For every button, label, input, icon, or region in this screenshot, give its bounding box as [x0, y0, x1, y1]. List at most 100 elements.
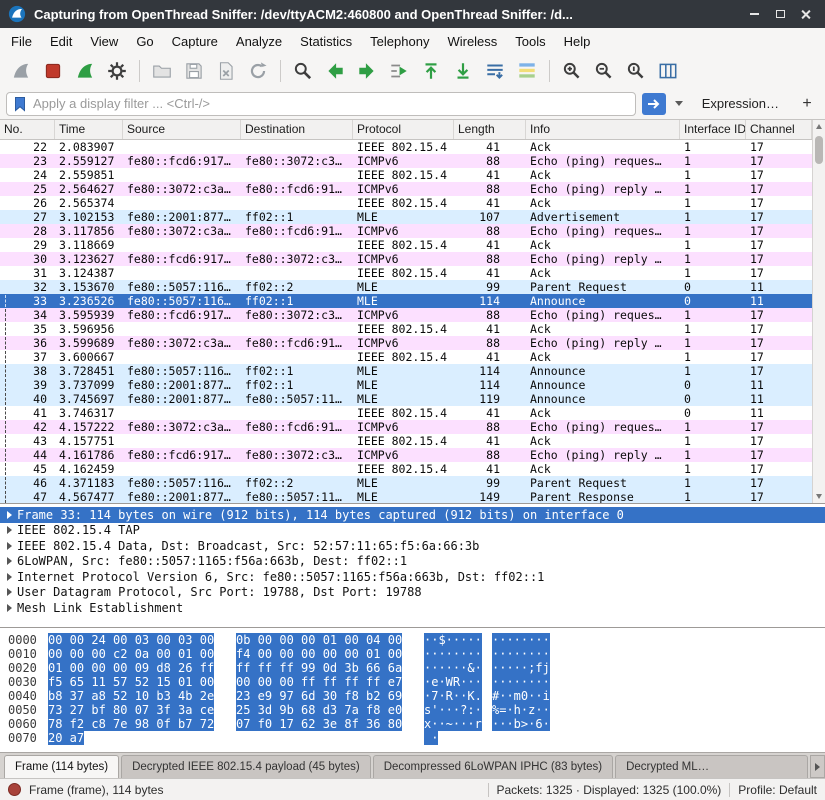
status-profile[interactable]: Profile: Default	[738, 783, 817, 797]
packet-row[interactable]: 403.745697fe80::2001:877…fe80::5057:11…M…	[0, 392, 812, 406]
minimize-icon[interactable]	[743, 5, 765, 23]
expand-arrow-icon[interactable]	[7, 511, 12, 519]
packet-row[interactable]: 252.564627fe80::3072:c3a…fe80::fcd6:91…I…	[0, 182, 812, 196]
packet-row[interactable]: 444.161786fe80::fcd6:917…fe80::3072:c3…I…	[0, 448, 812, 462]
hex-row[interactable]: 006078 f2 c8 7e 98 0f b7 7207 f0 17 62 3…	[0, 717, 825, 731]
scrollbar-track[interactable]	[813, 133, 825, 490]
hex-row[interactable]: 007020 a7 ·	[0, 731, 825, 745]
filter-history-button[interactable]	[672, 93, 686, 115]
column-header-no-[interactable]: No.	[0, 120, 55, 139]
scrollbar-thumb[interactable]	[815, 136, 823, 164]
menu-edit[interactable]: Edit	[41, 31, 81, 52]
expand-arrow-icon[interactable]	[7, 573, 12, 581]
close-file-button[interactable]	[211, 57, 241, 85]
bookmark-icon[interactable]	[13, 96, 27, 112]
zoom-out-button[interactable]	[589, 57, 619, 85]
byte-view-tab[interactable]: Decrypted ML…	[615, 755, 808, 778]
resize-columns-button[interactable]	[653, 57, 683, 85]
packet-row[interactable]: 323.153670fe80::5057:116…ff02::2MLE99Par…	[0, 280, 812, 294]
hex-row[interactable]: 002001 00 00 00 09 d8 26 ffff ff ff 99 0…	[0, 661, 825, 675]
hex-row[interactable]: 0040b8 37 a8 52 10 b3 4b 2e23 e9 97 6d 3…	[0, 689, 825, 703]
display-filter-input[interactable]	[33, 96, 629, 111]
scroll-down-icon[interactable]	[813, 490, 825, 503]
hex-row[interactable]: 0030f5 65 11 57 52 15 01 0000 00 00 ff f…	[0, 675, 825, 689]
menu-view[interactable]: View	[81, 31, 127, 52]
column-header-channel[interactable]: Channel	[746, 120, 812, 139]
apply-filter-button[interactable]	[642, 93, 666, 115]
column-header-source[interactable]: Source	[123, 120, 241, 139]
go-first-button[interactable]	[416, 57, 446, 85]
packet-row[interactable]: 454.162459IEEE 802.15.441Ack117	[0, 462, 812, 476]
menu-wireless[interactable]: Wireless	[438, 31, 506, 52]
detail-line[interactable]: IEEE 802.15.4 TAP	[0, 523, 825, 539]
byte-view-tab[interactable]: Decompressed 6LoWPAN IPHC (83 bytes)	[373, 755, 613, 778]
menu-telephony[interactable]: Telephony	[361, 31, 438, 52]
packet-row[interactable]: 474.567477fe80::2001:877…fe80::5057:11…M…	[0, 490, 812, 503]
stop-capture-button[interactable]	[38, 57, 68, 85]
go-forward-button[interactable]	[352, 57, 382, 85]
detail-line[interactable]: 6LoWPAN, Src: fe80::5057:1165:f56a:663b,…	[0, 554, 825, 570]
menu-statistics[interactable]: Statistics	[291, 31, 361, 52]
packet-row[interactable]: 393.737099fe80::2001:877…ff02::1MLE114An…	[0, 378, 812, 392]
reload-button[interactable]	[243, 57, 273, 85]
packet-row[interactable]: 353.596956IEEE 802.15.441Ack117	[0, 322, 812, 336]
expert-info-icon[interactable]	[8, 783, 21, 796]
menu-capture[interactable]: Capture	[163, 31, 227, 52]
restart-capture-button[interactable]	[70, 57, 100, 85]
detail-line[interactable]: Mesh Link Establishment	[0, 600, 825, 616]
packet-row[interactable]: 222.083907IEEE 802.15.441Ack117	[0, 140, 812, 154]
packet-row[interactable]: 242.559851IEEE 802.15.441Ack117	[0, 168, 812, 182]
menu-file[interactable]: File	[2, 31, 41, 52]
column-header-time[interactable]: Time	[55, 120, 123, 139]
detail-line[interactable]: Internet Protocol Version 6, Src: fe80::…	[0, 569, 825, 585]
auto-scroll-button[interactable]	[480, 57, 510, 85]
byte-view-tab[interactable]: Decrypted IEEE 802.15.4 payload (45 byte…	[121, 755, 371, 778]
packet-row[interactable]: 262.565374IEEE 802.15.441Ack117	[0, 196, 812, 210]
column-header-protocol[interactable]: Protocol	[353, 120, 454, 139]
packet-row[interactable]: 434.157751IEEE 802.15.441Ack117	[0, 434, 812, 448]
detail-line[interactable]: User Datagram Protocol, Src Port: 19788,…	[0, 585, 825, 601]
byte-view-tab[interactable]: Frame (114 bytes)	[4, 755, 119, 778]
hex-row[interactable]: 005073 27 bf 80 07 3f 3a ce25 3d 9b 68 d…	[0, 703, 825, 717]
find-packet-button[interactable]	[288, 57, 318, 85]
go-to-packet-button[interactable]	[384, 57, 414, 85]
expand-arrow-icon[interactable]	[7, 604, 12, 612]
packet-row[interactable]: 413.746317IEEE 802.15.441Ack011	[0, 406, 812, 420]
maximize-icon[interactable]	[769, 5, 791, 23]
menu-help[interactable]: Help	[555, 31, 600, 52]
packet-row[interactable]: 313.124387IEEE 802.15.441Ack117	[0, 266, 812, 280]
expand-arrow-icon[interactable]	[7, 557, 12, 565]
packet-row[interactable]: 232.559127fe80::fcd6:917…fe80::3072:c3…I…	[0, 154, 812, 168]
packet-row[interactable]: 283.117856fe80::3072:c3a…fe80::fcd6:91…I…	[0, 224, 812, 238]
colorize-button[interactable]	[512, 57, 542, 85]
go-back-button[interactable]	[320, 57, 350, 85]
menu-go[interactable]: Go	[127, 31, 162, 52]
tab-scroll-button[interactable]	[810, 755, 825, 778]
close-icon[interactable]	[795, 5, 817, 23]
packet-row[interactable]: 293.118669IEEE 802.15.441Ack117	[0, 238, 812, 252]
column-header-destination[interactable]: Destination	[241, 120, 353, 139]
add-filter-button[interactable]: +	[795, 93, 819, 115]
packet-row[interactable]: 424.157222fe80::3072:c3a…fe80::fcd6:91…I…	[0, 420, 812, 434]
packet-row[interactable]: 303.123627fe80::fcd6:917…fe80::3072:c3…I…	[0, 252, 812, 266]
expand-arrow-icon[interactable]	[7, 588, 12, 596]
titlebar[interactable]: Capturing from OpenThread Sniffer: /dev/…	[0, 0, 825, 28]
menu-tools[interactable]: Tools	[506, 31, 554, 52]
column-header-info[interactable]: Info	[526, 120, 680, 139]
packet-list-scrollbar[interactable]	[812, 120, 825, 503]
expand-arrow-icon[interactable]	[7, 526, 12, 534]
packet-row[interactable]: 383.728451fe80::5057:116…ff02::1MLE114An…	[0, 364, 812, 378]
detail-line[interactable]: IEEE 802.15.4 Data, Dst: Broadcast, Src:…	[0, 538, 825, 554]
detail-line[interactable]: Frame 33: 114 bytes on wire (912 bits), …	[0, 507, 825, 523]
packet-row[interactable]: 273.102153fe80::2001:877…ff02::1MLE107Ad…	[0, 210, 812, 224]
packet-row[interactable]: 343.595939fe80::fcd6:917…fe80::3072:c3…I…	[0, 308, 812, 322]
packet-row[interactable]: 373.600667IEEE 802.15.441Ack117	[0, 350, 812, 364]
capture-options-button[interactable]	[102, 57, 132, 85]
packet-row[interactable]: 333.236526fe80::5057:116…ff02::1MLE114An…	[0, 294, 812, 308]
packet-row[interactable]: 464.371183fe80::5057:116…ff02::2MLE99Par…	[0, 476, 812, 490]
hex-row[interactable]: 000000 00 24 00 03 00 03 000b 00 00 00 0…	[0, 633, 825, 647]
scroll-up-icon[interactable]	[813, 120, 825, 133]
display-filter-field[interactable]	[6, 92, 636, 116]
column-header-length[interactable]: Length	[454, 120, 526, 139]
packet-row[interactable]: 363.599689fe80::3072:c3a…fe80::fcd6:91…I…	[0, 336, 812, 350]
